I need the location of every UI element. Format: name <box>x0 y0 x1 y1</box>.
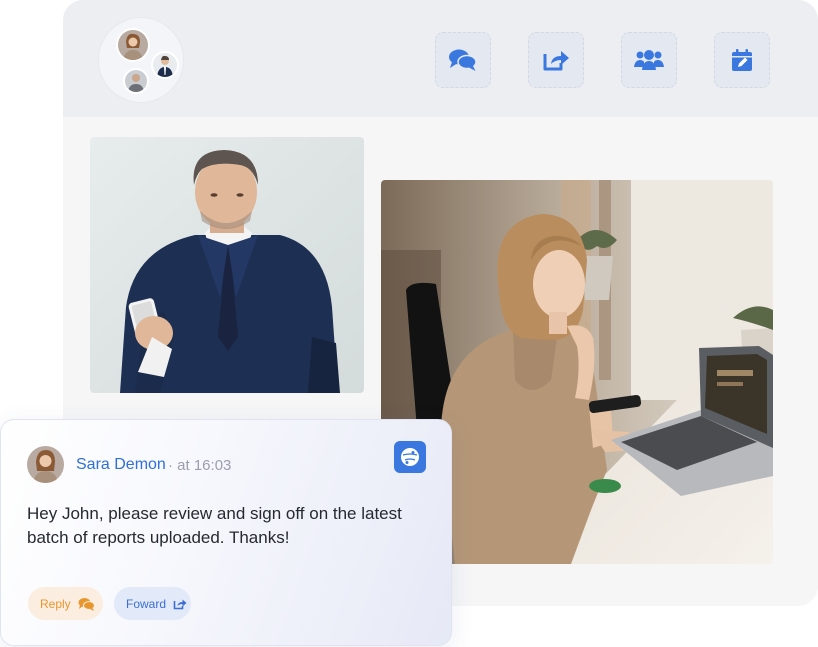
message-notification-card[interactable]: Sara Demon · at 16:03 Hey John, please r… <box>0 419 452 646</box>
participant-avatar-third <box>123 68 149 94</box>
chat-button[interactable] <box>435 32 491 88</box>
chat-app-icon[interactable] <box>394 441 426 473</box>
calendar-edit-icon <box>731 48 753 72</box>
calendar-button[interactable] <box>714 32 770 88</box>
share-button[interactable] <box>528 32 584 88</box>
reply-chat-icon <box>78 597 95 611</box>
sender-name[interactable]: Sara Demon <box>76 456 166 474</box>
reply-label: Reply <box>40 596 71 611</box>
message-timestamp: · at 16:03 <box>168 457 232 474</box>
participants-avatar-group[interactable] <box>99 18 183 102</box>
forward-share-icon <box>173 598 187 610</box>
reply-button[interactable]: Reply <box>28 587 103 620</box>
team-button[interactable] <box>621 32 677 88</box>
message-text: Hey John, please review and sign off on … <box>27 504 402 547</box>
chat-bubbles-icon <box>448 48 478 72</box>
panel-header <box>63 0 818 117</box>
forward-button[interactable]: Foward <box>114 587 191 620</box>
share-icon <box>542 48 570 72</box>
sender-avatar[interactable] <box>27 446 64 483</box>
participant-avatar-woman <box>116 28 150 62</box>
forward-label: Foward <box>126 596 167 611</box>
photo-man-with-phone <box>90 137 364 393</box>
participant-avatar-man <box>151 51 179 79</box>
users-icon <box>634 49 664 71</box>
